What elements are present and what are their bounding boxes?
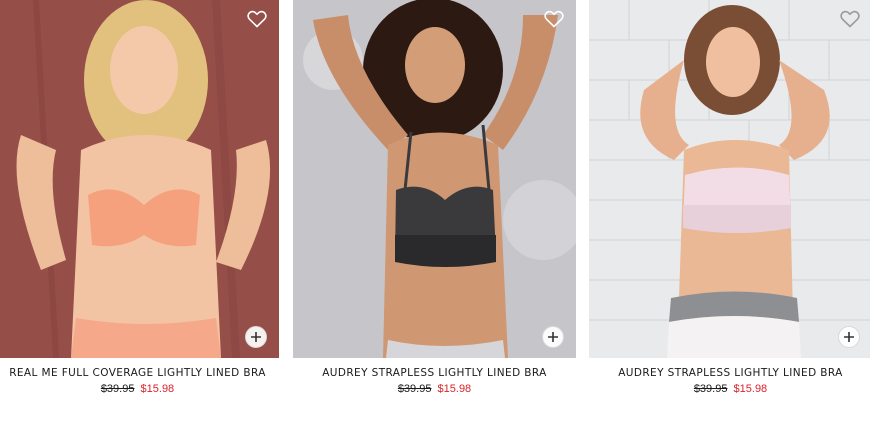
add-to-bag-button[interactable] bbox=[838, 326, 860, 348]
heart-icon[interactable] bbox=[840, 10, 860, 28]
model-photo bbox=[589, 0, 870, 358]
price-row: $39.95 $15.98 bbox=[0, 383, 279, 395]
original-price: $39.95 bbox=[693, 383, 728, 395]
product-image[interactable] bbox=[589, 0, 870, 358]
product-name[interactable]: REAL ME FULL COVERAGE LIGHTLY LINED BRA bbox=[0, 367, 279, 379]
sale-price: $15.98 bbox=[140, 383, 175, 395]
sale-price: $15.98 bbox=[733, 383, 768, 395]
plus-icon bbox=[548, 332, 558, 342]
original-price: $39.95 bbox=[100, 383, 135, 395]
heart-icon[interactable] bbox=[544, 10, 564, 28]
sale-price: $15.98 bbox=[437, 383, 472, 395]
product-image[interactable] bbox=[293, 0, 576, 358]
product-name[interactable]: AUDREY STRAPLESS LIGHTLY LINED BRA bbox=[293, 367, 576, 379]
model-photo bbox=[293, 0, 576, 358]
product-card[interactable]: AUDREY STRAPLESS LIGHTLY LINED BRA $39.9… bbox=[589, 0, 870, 395]
add-to-bag-button[interactable] bbox=[245, 326, 267, 348]
add-to-bag-button[interactable] bbox=[542, 326, 564, 348]
product-card[interactable]: AUDREY STRAPLESS LIGHTLY LINED BRA $39.9… bbox=[293, 0, 576, 395]
original-price: $39.95 bbox=[397, 383, 432, 395]
heart-icon[interactable] bbox=[247, 10, 267, 28]
product-grid: REAL ME FULL COVERAGE LIGHTLY LINED BRA … bbox=[0, 0, 870, 439]
plus-icon bbox=[251, 332, 261, 342]
model-photo bbox=[0, 0, 279, 358]
product-name[interactable]: AUDREY STRAPLESS LIGHTLY LINED BRA bbox=[589, 367, 870, 379]
product-card[interactable]: REAL ME FULL COVERAGE LIGHTLY LINED BRA … bbox=[0, 0, 279, 395]
price-row: $39.95 $15.98 bbox=[293, 383, 576, 395]
plus-icon bbox=[844, 332, 854, 342]
price-row: $39.95 $15.98 bbox=[589, 383, 870, 395]
product-image[interactable] bbox=[0, 0, 279, 358]
